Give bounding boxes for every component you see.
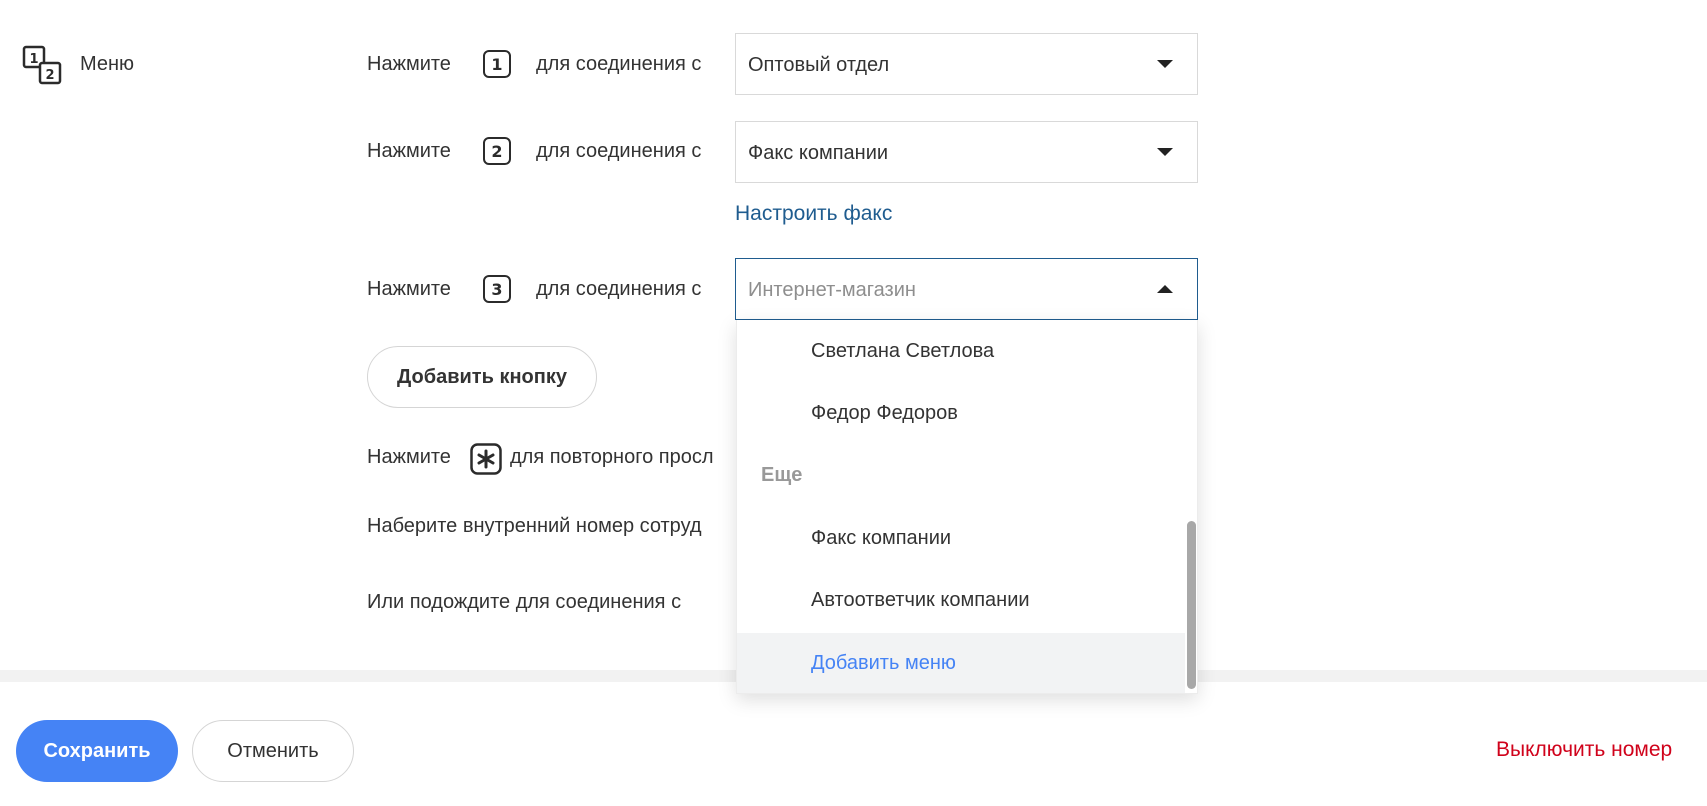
dropdown-option-label: Автоответчик компании xyxy=(811,589,1030,611)
row-3-connect-label: для соединения с xyxy=(536,278,702,300)
numbered-menu-icon: 1 2 xyxy=(22,45,64,85)
dropdown-scrollbar[interactable] xyxy=(1187,521,1196,689)
row-2-destination-select[interactable]: Факс компании xyxy=(735,121,1198,183)
dropdown-option-label: Светлана Светлова xyxy=(811,340,995,362)
save-button[interactable]: Сохранить xyxy=(16,720,178,782)
section-label: Меню xyxy=(80,53,135,75)
dropdown-option[interactable]: Федор Федоров xyxy=(737,385,1185,441)
caret-up-icon xyxy=(1157,285,1173,293)
caret-down-icon xyxy=(1157,60,1173,68)
row-1-selected-value: Оптовый отдел xyxy=(748,54,890,76)
key-3-icon: 3 xyxy=(483,275,511,303)
row-1-connect-label: для соединения с xyxy=(536,53,702,75)
dropdown-option-label: Добавить меню xyxy=(811,652,956,674)
icon-digit-1: 1 xyxy=(29,52,38,67)
row-1-press-label: Нажмите xyxy=(367,53,451,75)
row-2-press-label: Нажмите xyxy=(367,140,451,162)
dropdown-option[interactable]: Автоответчик компании xyxy=(737,572,1185,628)
row-3-destination-select[interactable]: Интернет-магазин xyxy=(735,258,1198,320)
repeat-press-label: Нажмите xyxy=(367,446,451,468)
extension-text: Наберите внутренний номер сотруд xyxy=(367,515,702,537)
row-3-selected-value: Интернет-магазин xyxy=(748,279,916,301)
dropdown-group-header: Еще xyxy=(737,447,1185,503)
row-2-selected-value: Факс компании xyxy=(748,142,889,164)
cancel-button[interactable]: Отменить xyxy=(192,720,354,782)
icon-digit-2: 2 xyxy=(45,68,54,83)
key-1-icon: 1 xyxy=(483,50,511,78)
dropdown-option-label: Факс компании xyxy=(811,527,952,549)
row-2-connect-label: для соединения с xyxy=(536,140,702,162)
row-3-press-label: Нажмите xyxy=(367,278,451,300)
dropdown-option[interactable]: Светлана Светлова xyxy=(737,323,1185,379)
dropdown-group-label: Еще xyxy=(761,464,803,486)
configure-fax-link[interactable]: Настроить факс xyxy=(735,202,892,226)
dropdown-option-add-menu[interactable]: Добавить меню xyxy=(737,633,1185,693)
repeat-text: для повторного просл xyxy=(510,446,714,468)
destination-dropdown-list[interactable]: Светлана Светлова Федор Федоров Еще Факс… xyxy=(736,320,1198,694)
disable-number-link[interactable]: Выключить номер xyxy=(1496,738,1672,762)
wait-text: Или подождите для соединения с xyxy=(367,591,682,613)
asterisk-key-icon xyxy=(470,443,502,480)
dropdown-option[interactable]: Факс компании xyxy=(737,510,1185,566)
dropdown-option-label: Федор Федоров xyxy=(811,402,958,424)
add-button-button[interactable]: Добавить кнопку xyxy=(367,346,597,408)
key-2-icon: 2 xyxy=(483,137,511,165)
row-1-destination-select[interactable]: Оптовый отдел xyxy=(735,33,1198,95)
caret-down-icon xyxy=(1157,148,1173,156)
